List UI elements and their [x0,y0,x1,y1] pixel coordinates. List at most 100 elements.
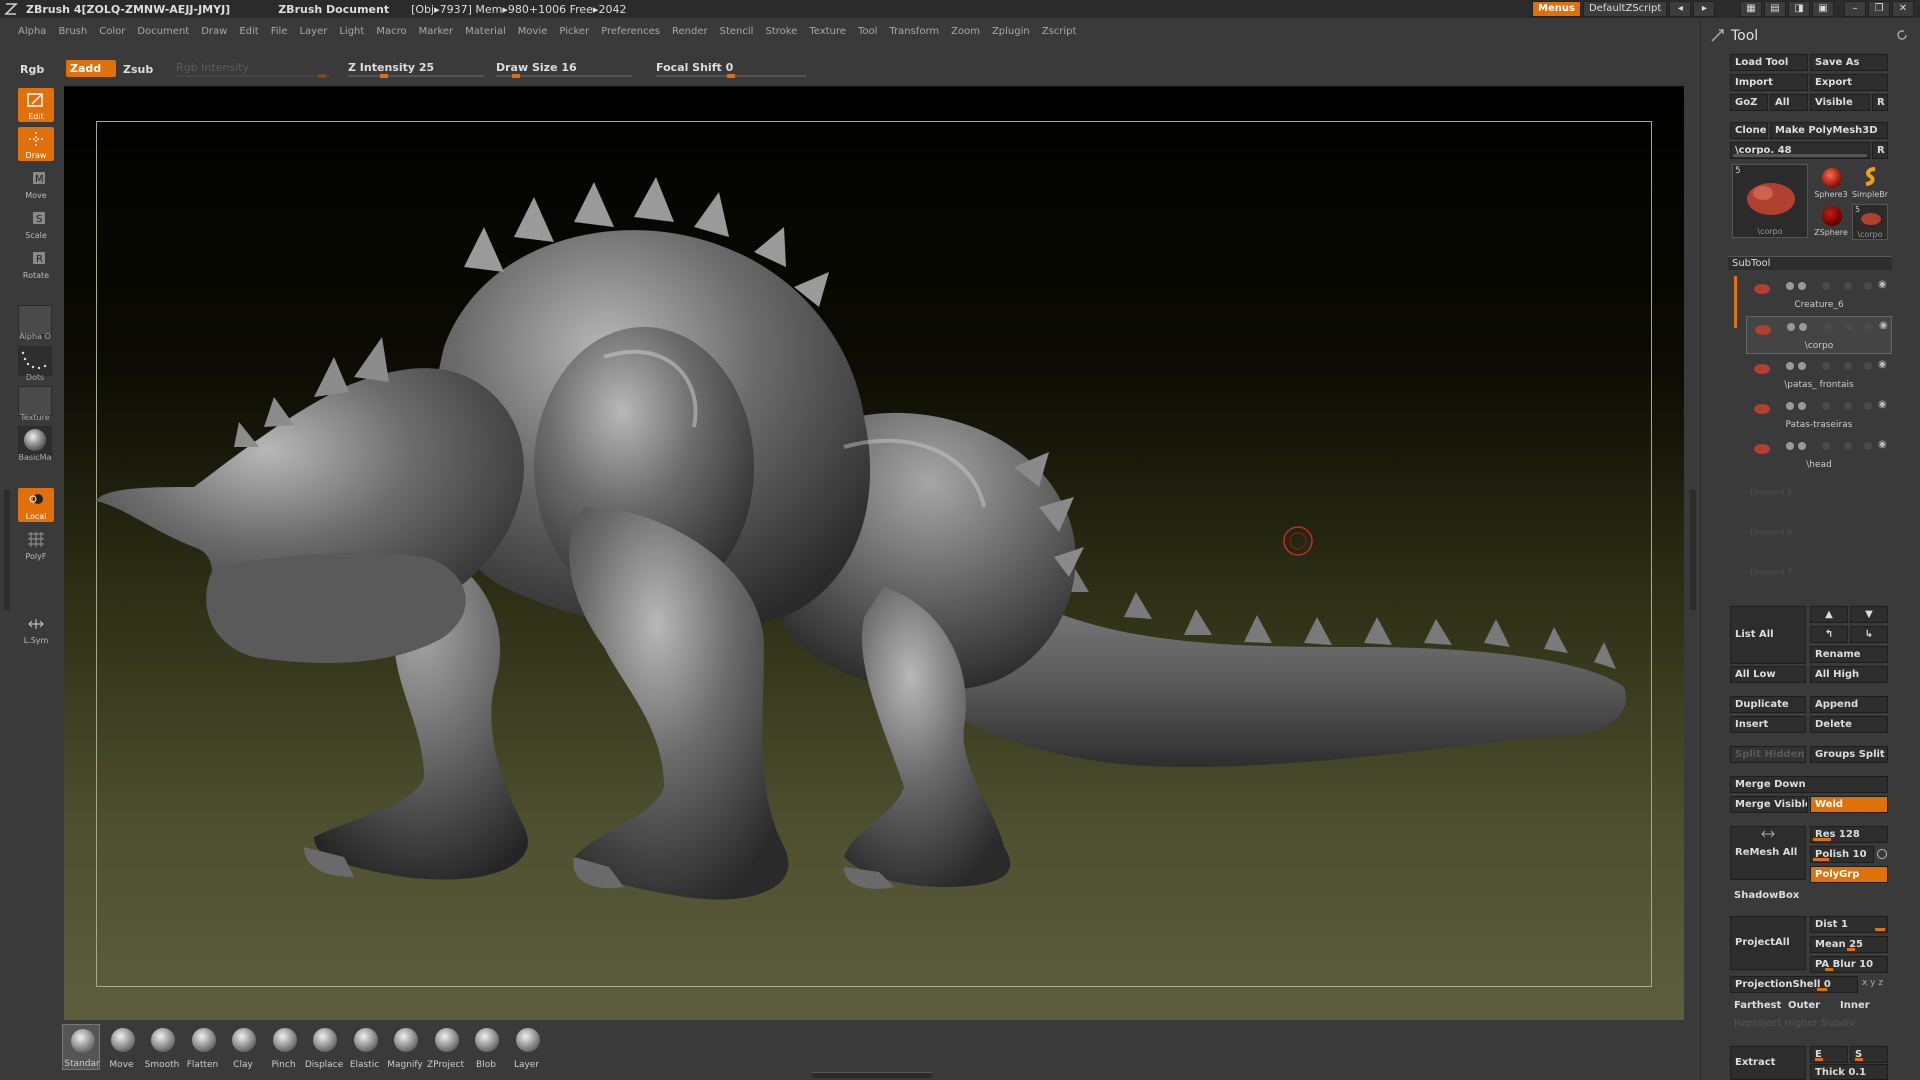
menu-zoom[interactable]: Zoom [951,26,980,37]
projection-shell-axis-icon[interactable]: x y z [1862,978,1883,988]
subtool-toggle-icon[interactable] [1822,282,1830,290]
z-intensity-track[interactable] [348,75,484,77]
bottom-collapse-handle[interactable] [812,1072,932,1078]
append-button[interactable]: Append [1810,696,1888,713]
zsub-button[interactable]: Zsub [123,63,153,76]
menu-layer[interactable]: Layer [299,26,327,37]
minimize-icon[interactable]: – [1844,1,1866,17]
res-slider[interactable]: Res 128 [1810,826,1888,843]
scale-button[interactable]: S Scale [18,207,54,241]
scroll-left-icon[interactable]: ◂ [1669,1,1692,17]
subtool-toggle-icon[interactable] [1823,323,1831,331]
canvas-viewport[interactable] [64,86,1684,1020]
shadowbox-button[interactable]: ShadowBox [1734,890,1799,901]
subtool-row[interactable]: ◉ \patas_ frontais [1746,356,1892,394]
goz-r-button[interactable]: R [1872,94,1888,111]
brush-blob[interactable]: Blob [467,1024,505,1070]
material-swatch[interactable] [18,426,52,456]
draw-button[interactable]: Draw [18,127,54,161]
subtool-toggle-icon[interactable] [1864,402,1872,410]
thick-slider[interactable]: Thick 0.1 [1810,1064,1888,1080]
menu-light[interactable]: Light [339,26,364,37]
menu-file[interactable]: File [271,26,288,37]
dist-slider[interactable]: Dist 1 [1810,916,1888,933]
brush-elastic[interactable]: Elastic [346,1024,384,1070]
z-intensity-knob[interactable] [380,74,388,78]
subtool-toggle-icon[interactable] [1786,282,1794,290]
polygrp-toggle[interactable]: PolyGrp [1810,866,1888,883]
visibility-eye-icon[interactable]: ◉ [1878,399,1887,410]
menu-color[interactable]: Color [99,26,125,37]
draw-size-slider[interactable]: Draw Size 16 [496,61,577,74]
tool-thumbnail-corpo[interactable]: 5 \corpo [1732,164,1808,238]
rename-button[interactable]: Rename [1810,646,1888,663]
merge-down-button[interactable]: Merge Down [1730,776,1888,793]
menu-brush[interactable]: Brush [58,26,87,37]
goz-button[interactable]: GoZ [1730,94,1768,111]
draw-size-knob[interactable] [512,74,520,78]
split-hidden-button[interactable]: Split Hidden [1730,746,1806,763]
dots-stroke-swatch[interactable] [18,346,52,376]
subtool-toggle-icon[interactable] [1798,282,1806,290]
subtool-scrollbar[interactable] [1734,276,1737,328]
subtool-toggle-icon[interactable] [1864,442,1872,450]
brush-flatten[interactable]: Flatten [184,1024,222,1070]
subtool-toggle-icon[interactable] [1864,362,1872,370]
move-button[interactable]: M Move [18,167,54,201]
subtool-toggle-icon[interactable] [1799,323,1807,331]
tool-r-button[interactable]: R [1872,142,1888,159]
zadd-button[interactable]: Zadd [66,60,116,77]
menu-edit[interactable]: Edit [239,26,258,37]
delete-button[interactable]: Delete [1810,716,1888,733]
menu-zscript[interactable]: Zscript [1042,26,1077,37]
subtool-toggle-icon[interactable] [1787,323,1795,331]
menu-transform[interactable]: Transform [889,26,939,37]
subtool-toggle-icon[interactable] [1822,402,1830,410]
save-as-button[interactable]: Save As [1810,54,1888,71]
default-zscript-button[interactable]: DefaultZScript [1582,1,1668,17]
subtool-toggle-icon[interactable] [1844,402,1852,410]
make-polymesh-button[interactable]: Make PolyMesh3D [1770,122,1888,139]
rotate-button[interactable]: R Rotate [18,247,54,281]
merge-visible-button[interactable]: Merge Visible [1730,796,1808,813]
palette-icon[interactable]: ◨ [1788,1,1810,17]
visibility-eye-icon[interactable]: ◉ [1879,320,1888,331]
texture-swatch[interactable] [18,386,52,416]
subtool-toggle-icon[interactable] [1844,282,1852,290]
menu-stroke[interactable]: Stroke [765,26,797,37]
polish-circle-toggle-icon[interactable] [1877,849,1887,859]
list-all-button[interactable]: List All [1730,606,1806,664]
subtool-toggle-icon[interactable] [1786,402,1794,410]
visibility-eye-icon[interactable]: ◉ [1878,439,1887,450]
rgb-intensity-track[interactable] [176,75,330,77]
menu-movie[interactable]: Movie [518,26,548,37]
menu-tool[interactable]: Tool [858,26,877,37]
brush-displace[interactable]: Displace [305,1024,343,1070]
goz-visible-button[interactable]: Visible [1810,94,1870,111]
rgb-intensity-slider[interactable]: Rgb Intensity [176,61,249,74]
creature-sculpt[interactable] [64,87,1684,1021]
subtool-toggle-icon[interactable] [1844,442,1852,450]
move-down-icon[interactable]: ▼ [1850,606,1888,623]
clone-button[interactable]: Clone [1730,122,1768,139]
subtool-toggle-icon[interactable] [1822,362,1830,370]
brush-pinch[interactable]: Pinch [265,1024,303,1070]
duplicate-button[interactable]: Duplicate [1730,696,1806,713]
tool-thumbnail-simplebrush[interactable]: SimpleBr [1850,164,1890,202]
left-tray-collapse-handle[interactable] [4,490,10,610]
lock-icon[interactable]: ▣ [1812,1,1834,17]
visibility-eye-icon[interactable]: ◉ [1878,279,1887,290]
menu-material[interactable]: Material [465,26,506,37]
farthest-button[interactable]: Farthest [1734,1000,1781,1011]
goz-all-button[interactable]: All [1770,94,1808,111]
all-high-button[interactable]: All High [1810,666,1888,683]
tray-collapse-handle[interactable] [1690,490,1696,610]
scroll-right-icon[interactable]: ▸ [1693,1,1716,17]
subtool-header[interactable]: SubTool [1728,256,1892,270]
menu-render[interactable]: Render [672,26,708,37]
import-button[interactable]: Import [1730,74,1808,91]
layout-alt-icon[interactable]: ▤ [1764,1,1786,17]
z-intensity-slider[interactable]: Z Intensity 25 [348,61,434,74]
mean-slider[interactable]: Mean 25 [1810,936,1888,953]
menus-button[interactable]: Menus [1532,1,1581,17]
